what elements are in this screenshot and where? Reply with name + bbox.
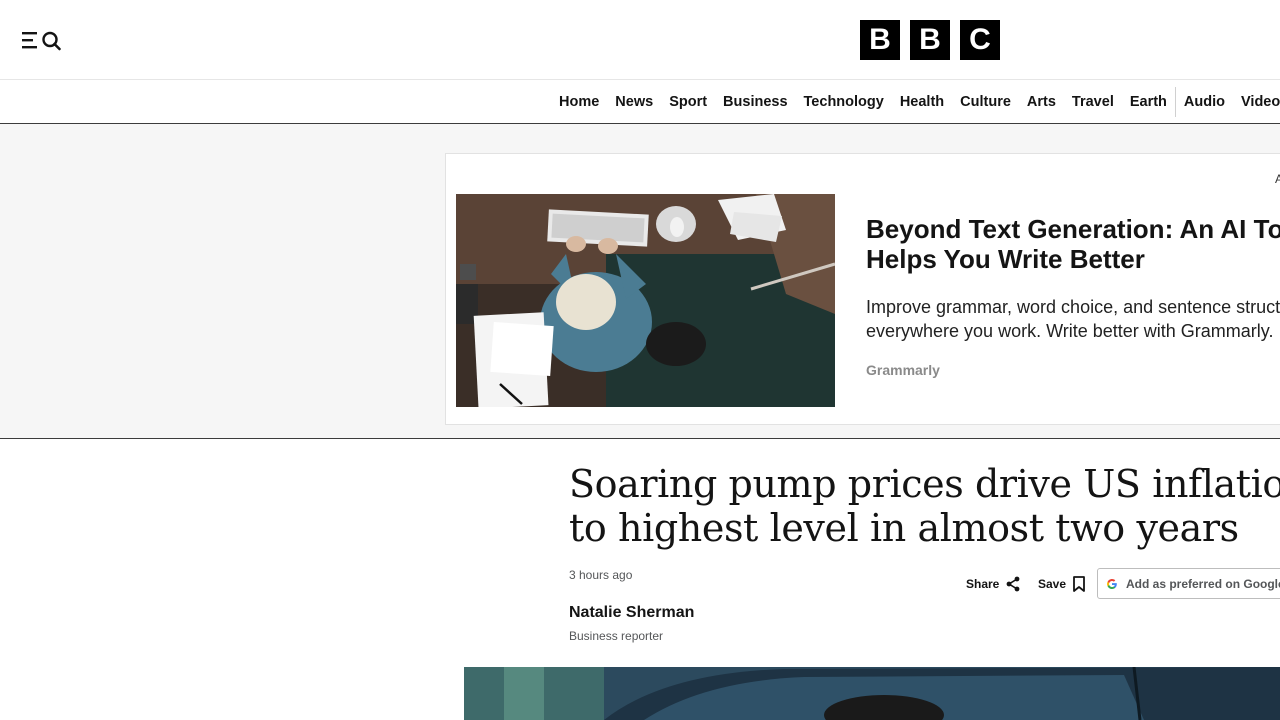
search-icon bbox=[42, 31, 61, 51]
logo-letter: C bbox=[960, 20, 1000, 60]
share-label: Share bbox=[966, 577, 1000, 591]
ad-title-line: Beyond Text Generation: An AI To bbox=[866, 214, 1280, 244]
share-icon bbox=[1006, 576, 1020, 592]
logo-letter: B bbox=[860, 20, 900, 60]
nav-item-sport[interactable]: Sport bbox=[661, 81, 715, 123]
save-label: Save bbox=[1038, 577, 1067, 591]
site-header: B B C bbox=[0, 0, 1280, 80]
ad-title[interactable]: Beyond Text Generation: An AI To Helps Y… bbox=[866, 214, 1280, 274]
nav-item-arts[interactable]: Arts bbox=[1019, 81, 1064, 123]
logo-letter: B bbox=[910, 20, 950, 60]
car-photo bbox=[464, 667, 1280, 720]
headline-line: to highest level in almost two years bbox=[569, 506, 1239, 550]
bookmark-icon bbox=[1073, 576, 1085, 592]
ad-image[interactable] bbox=[456, 194, 835, 407]
nav-item-audio[interactable]: Audio bbox=[1176, 81, 1233, 123]
article-headline: Soaring pump prices drive US inflation t… bbox=[569, 462, 1280, 550]
nav-item-video[interactable]: Video bbox=[1233, 81, 1280, 123]
article-hero-image bbox=[464, 667, 1280, 720]
article-timestamp: 3 hours ago bbox=[569, 568, 633, 582]
bbc-logo[interactable]: B B C bbox=[860, 20, 1000, 60]
ad-tag: A bbox=[1275, 172, 1280, 186]
nav-list: Home News Sport Business Technology Heal… bbox=[551, 81, 1280, 123]
menu-search-button[interactable] bbox=[20, 28, 64, 52]
ad-card[interactable]: A Beyond Text Generation: An AI To Helps… bbox=[445, 153, 1280, 425]
menu-icon bbox=[22, 31, 61, 51]
ad-band: A Beyond Text Generation: An AI To Helps… bbox=[0, 124, 1280, 439]
author-role: Business reporter bbox=[569, 629, 664, 643]
google-pref-label: Add as preferred on Google bbox=[1126, 576, 1280, 591]
nav-item-business[interactable]: Business bbox=[715, 81, 795, 123]
ad-description-line: Improve grammar, word choice, and senten… bbox=[866, 297, 1280, 317]
nav-item-health[interactable]: Health bbox=[892, 81, 952, 123]
ad-description: Improve grammar, word choice, and senten… bbox=[866, 295, 1280, 343]
ad-description-line: everywhere you work. Write better with G… bbox=[866, 321, 1274, 341]
nav-item-home[interactable]: Home bbox=[551, 81, 607, 123]
save-button[interactable]: Save bbox=[1038, 574, 1086, 594]
google-icon bbox=[1107, 578, 1117, 589]
google-preferred-source-button[interactable]: Add as preferred on Google bbox=[1097, 568, 1280, 599]
nav-item-technology[interactable]: Technology bbox=[796, 81, 892, 123]
author-name: Natalie Sherman bbox=[569, 604, 695, 621]
nav-item-travel[interactable]: Travel bbox=[1064, 81, 1122, 123]
office-desk-illustration bbox=[456, 194, 835, 407]
share-button[interactable]: Share bbox=[966, 574, 1021, 594]
nav-item-culture[interactable]: Culture bbox=[952, 81, 1019, 123]
ad-title-line: Helps You Write Better bbox=[866, 244, 1145, 274]
ad-brand[interactable]: Grammarly bbox=[866, 362, 940, 378]
nav-item-news[interactable]: News bbox=[607, 81, 661, 123]
main-nav: Home News Sport Business Technology Heal… bbox=[0, 81, 1280, 124]
headline-line: Soaring pump prices drive US inflation bbox=[569, 462, 1280, 506]
nav-item-earth[interactable]: Earth bbox=[1122, 81, 1175, 123]
